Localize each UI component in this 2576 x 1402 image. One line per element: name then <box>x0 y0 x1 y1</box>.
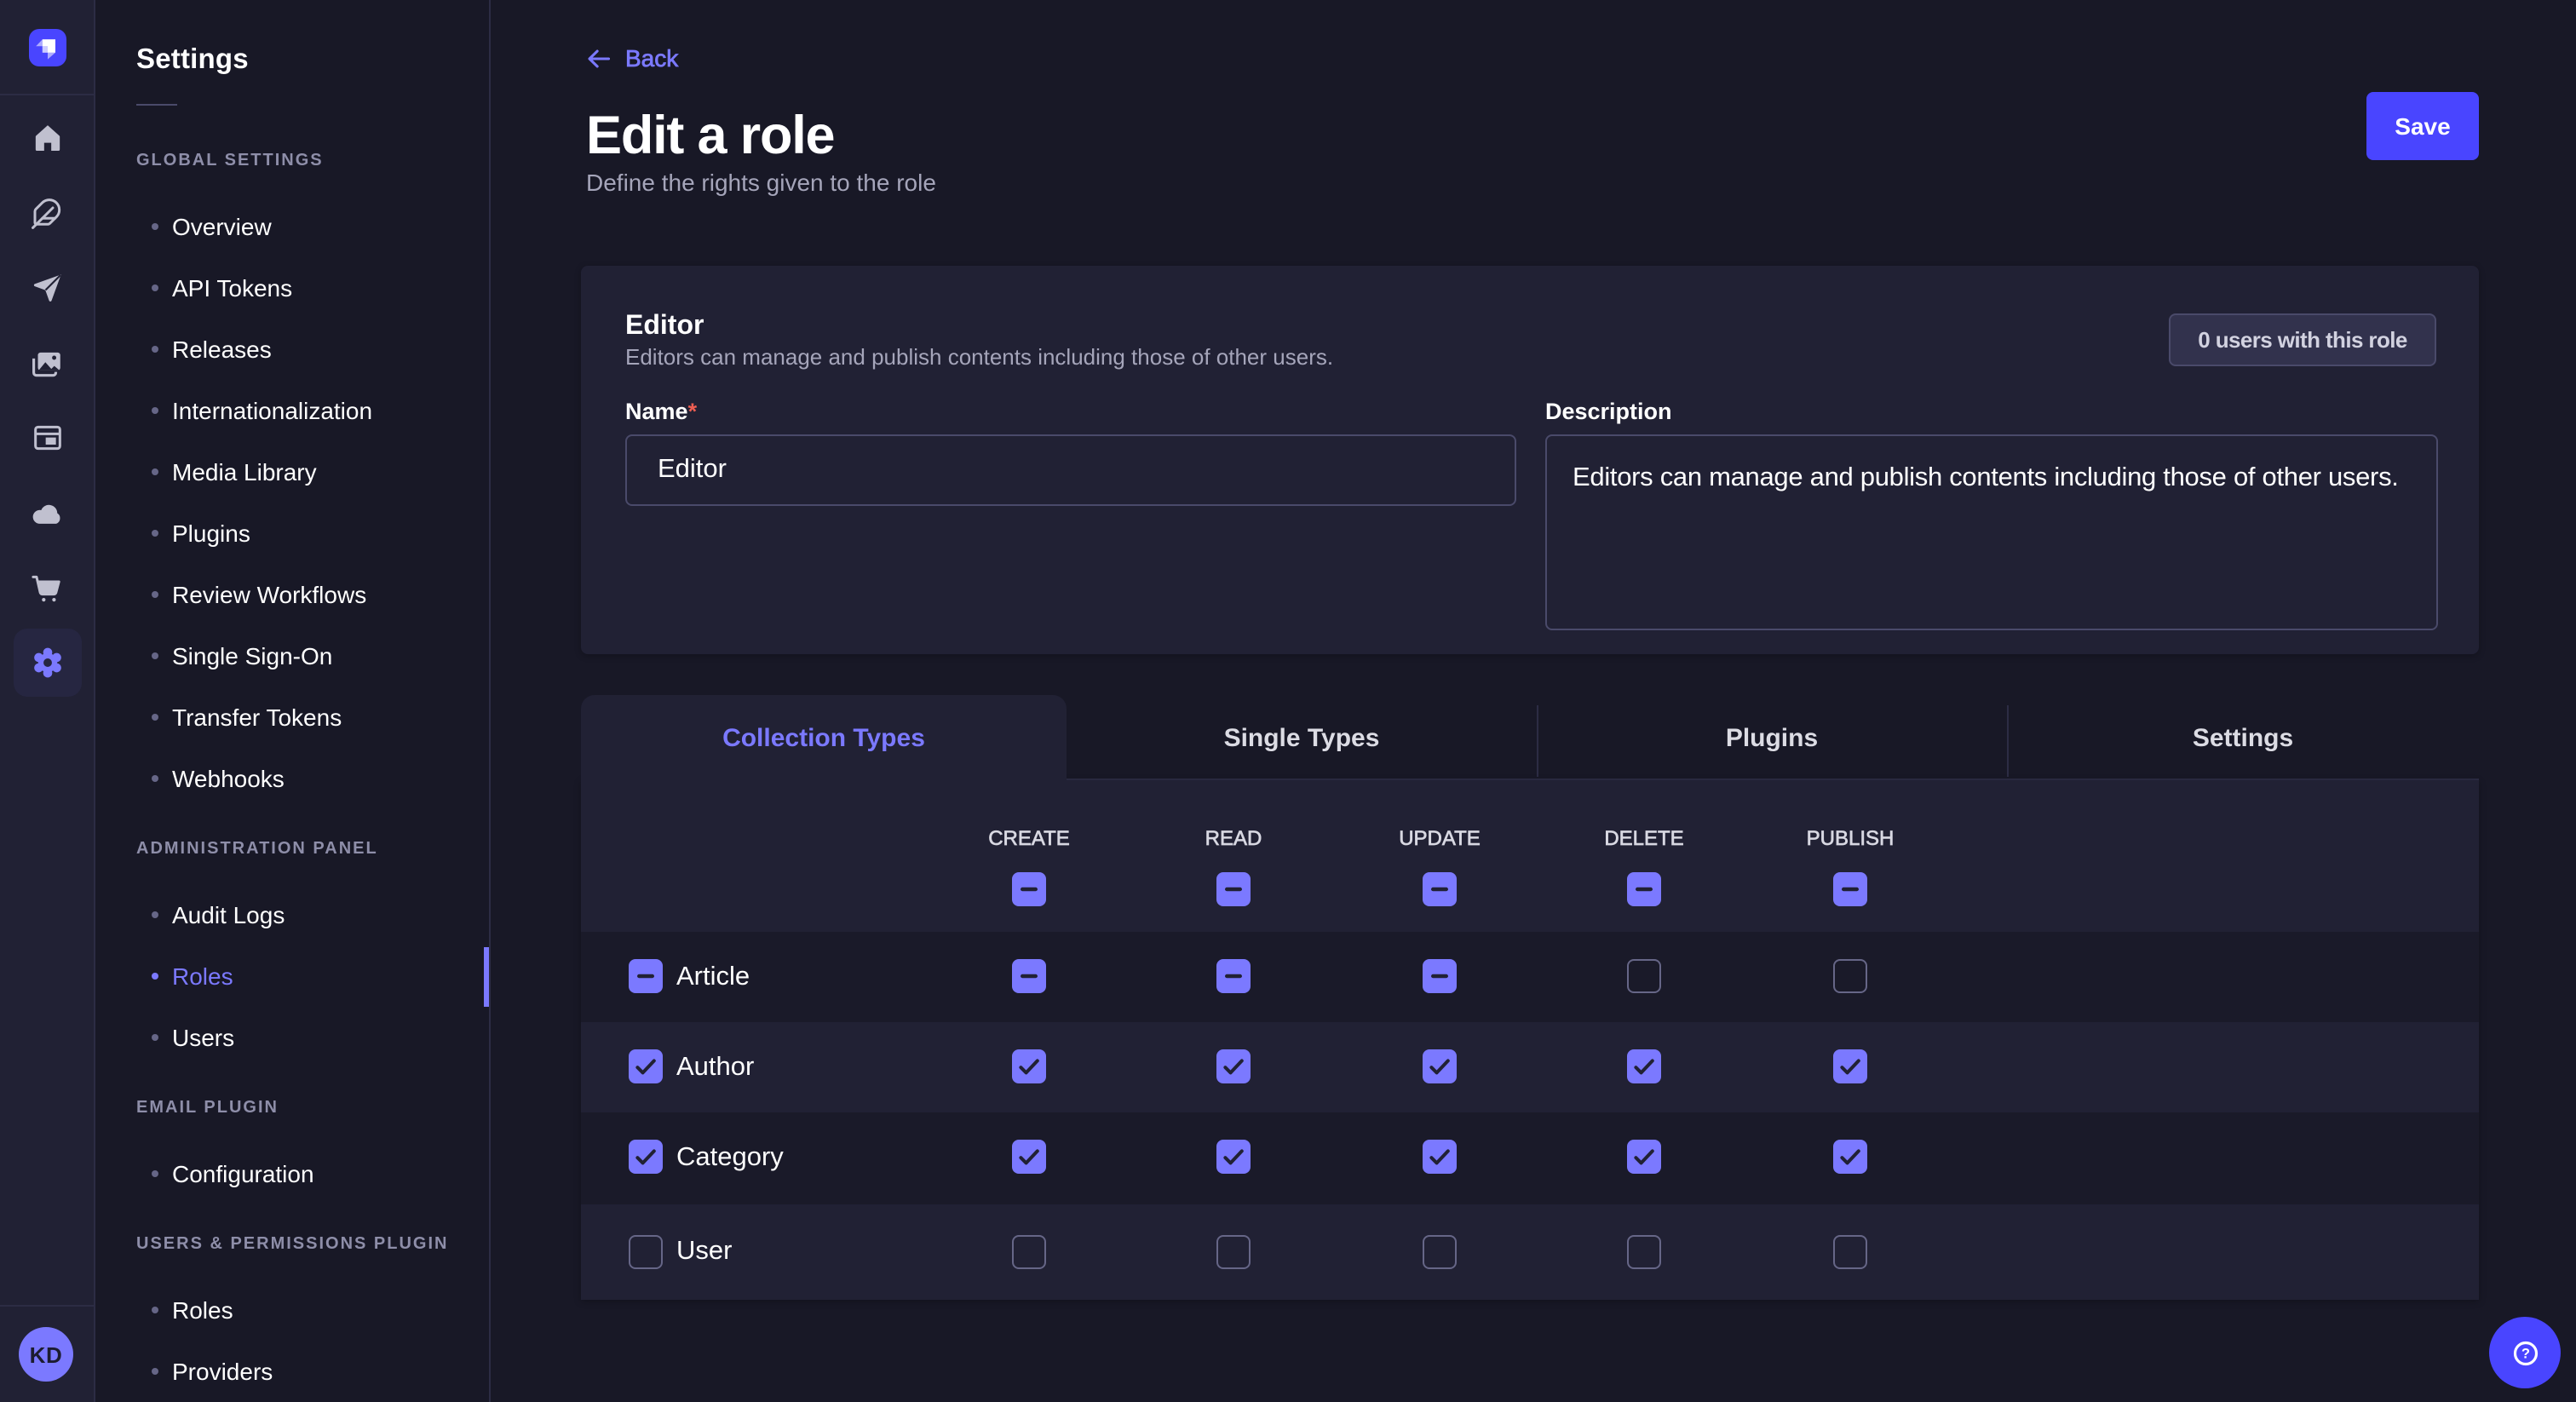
svg-text:?: ? <box>2521 1345 2529 1361</box>
